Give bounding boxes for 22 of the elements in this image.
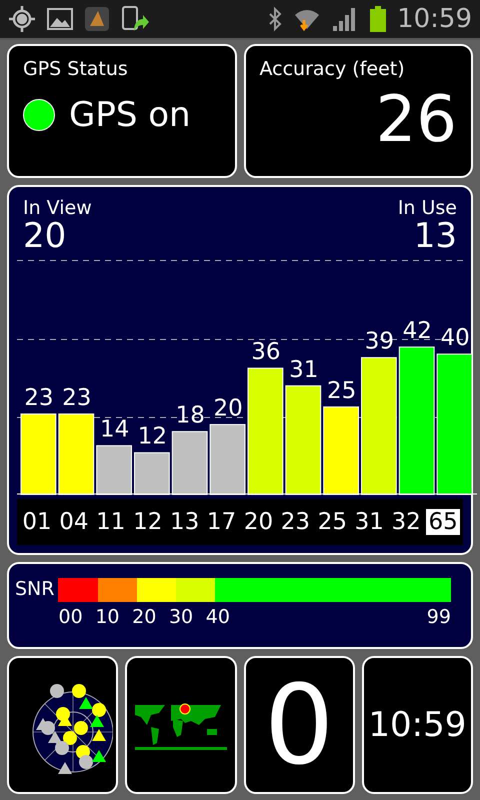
tile-value: 0 (264, 670, 334, 780)
image-icon (46, 6, 74, 32)
crosshair-icon (8, 5, 36, 33)
tile-value: 10:59 (368, 708, 466, 742)
scale-label: 20 (132, 606, 156, 628)
map-tile[interactable] (125, 656, 236, 794)
snr-label: SNR (15, 578, 54, 602)
app-icon (84, 6, 110, 32)
clock-time: 10:59 (397, 6, 472, 32)
sky-plot-tile[interactable] (7, 656, 118, 794)
gps-status-title: GPS Status (23, 58, 129, 80)
scale-label: 99 (426, 606, 451, 628)
battery-icon (369, 5, 388, 33)
scale-label: 10 (95, 606, 120, 628)
scale-label: 30 (168, 606, 194, 628)
scale-label: 40 (206, 606, 230, 628)
accuracy-value: 26 (376, 88, 457, 152)
bluetooth-icon (267, 6, 284, 32)
scale-label: 00 (58, 606, 83, 628)
phone-upload-icon (120, 5, 150, 33)
gps-status-text: GPS on (69, 98, 191, 132)
accuracy-title: Accuracy (feet) (260, 58, 406, 80)
